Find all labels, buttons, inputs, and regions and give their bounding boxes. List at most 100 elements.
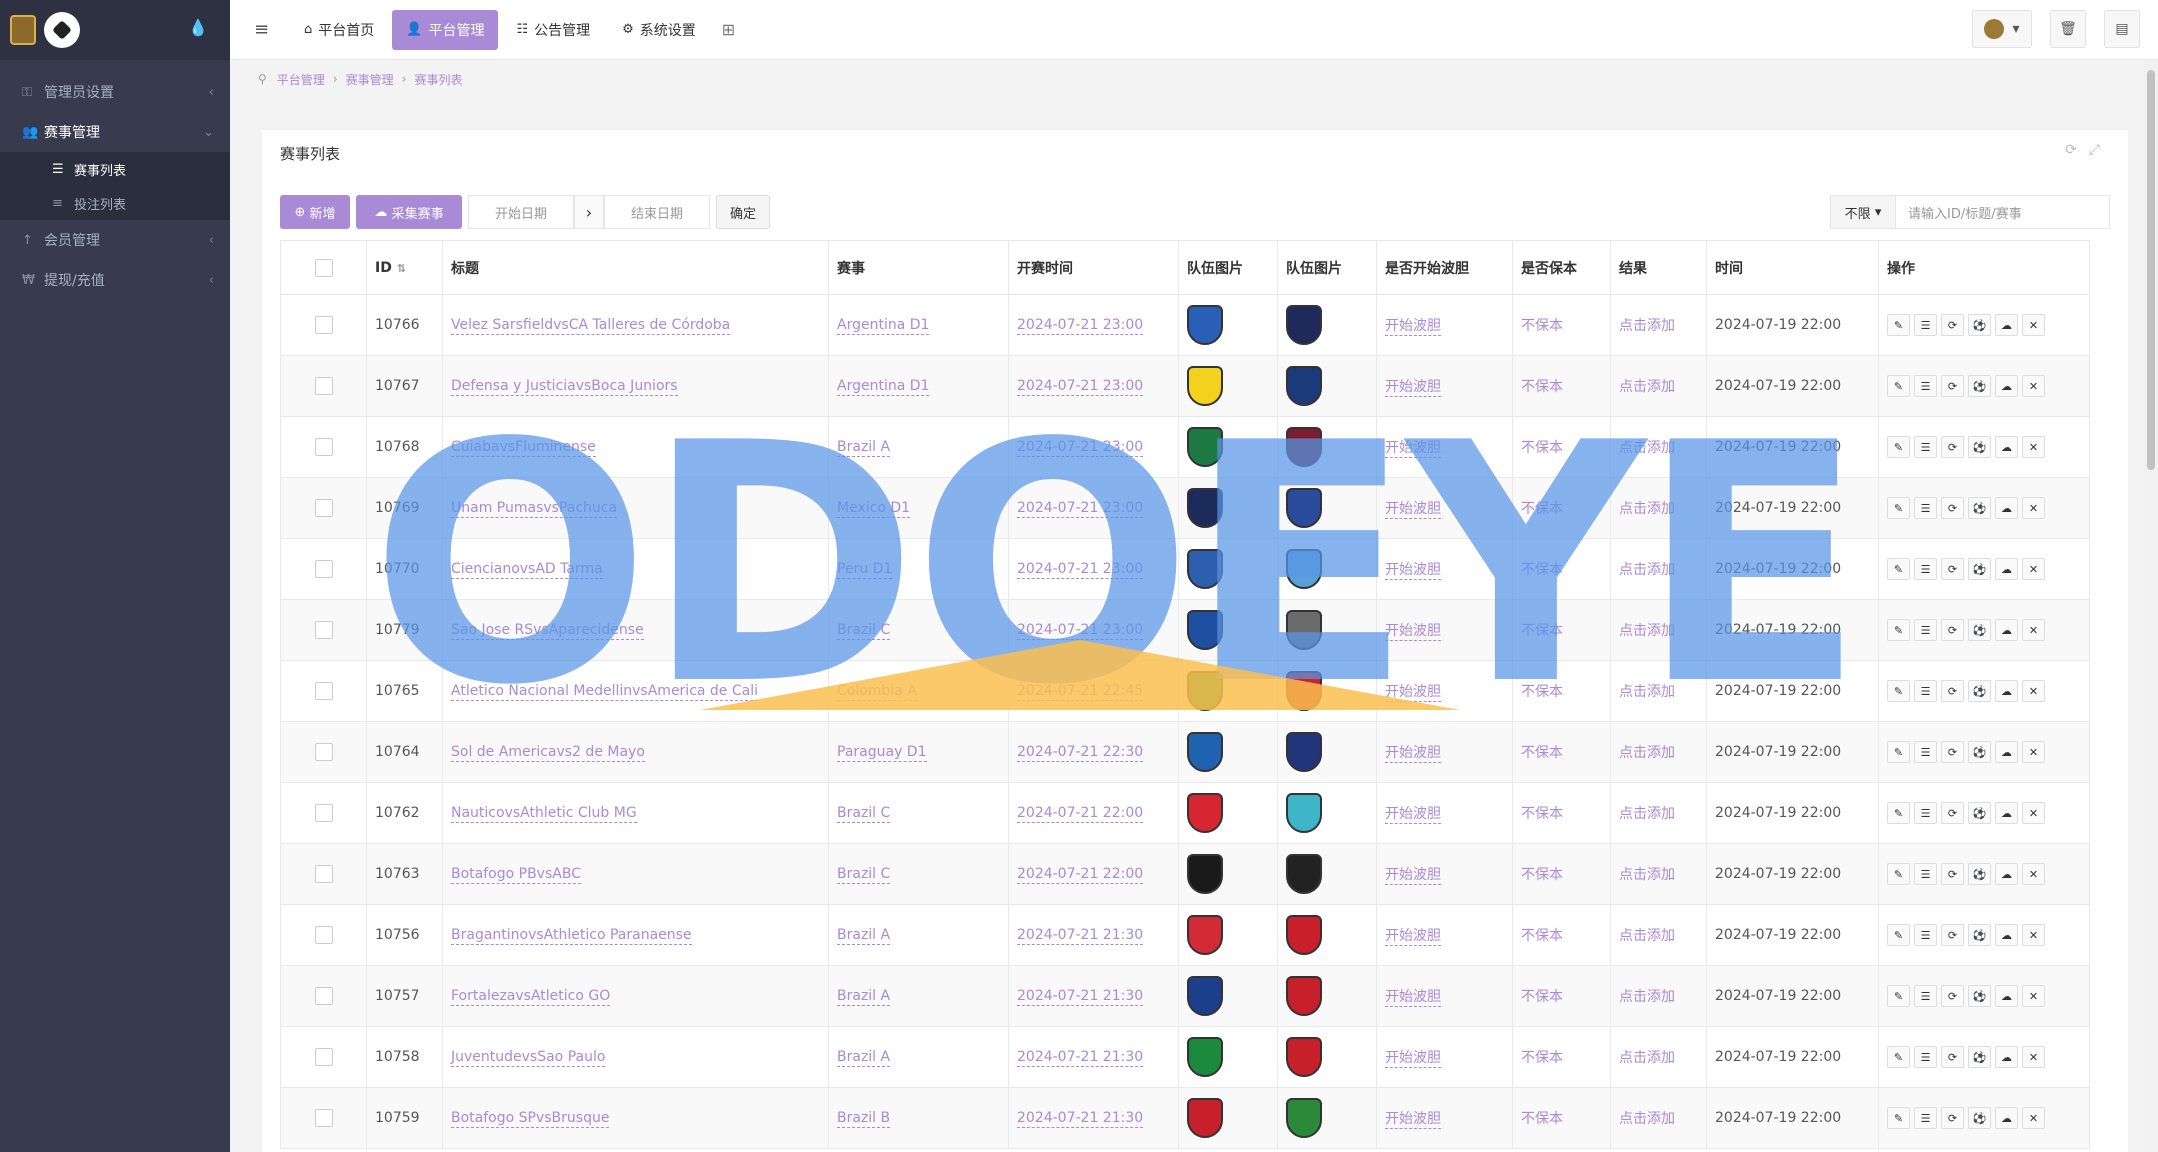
row-checkbox[interactable] — [314, 621, 333, 639]
soccer-icon[interactable]: ⚽ — [1968, 497, 1991, 519]
match-title-link[interactable]: NauticovsAthletic Club MG — [451, 805, 637, 823]
refresh-icon[interactable]: ⟳ — [1941, 1046, 1964, 1068]
delete-icon[interactable]: ✕ — [2022, 680, 2045, 702]
league-link[interactable]: Brazil C — [837, 805, 891, 823]
confirm-button[interactable]: 确定 — [716, 195, 770, 229]
start-time-link[interactable]: 2024-07-21 21:30 — [1017, 1049, 1144, 1067]
cloud-icon[interactable]: ☁ — [1995, 924, 2018, 946]
start-bodan-link[interactable]: 开始波胆 — [1385, 745, 1441, 763]
edit-icon[interactable]: ✎ — [1887, 436, 1910, 458]
league-link[interactable]: Brazil C — [837, 622, 891, 640]
baoben-status[interactable]: 不保本 — [1521, 806, 1563, 822]
row-checkbox[interactable] — [314, 316, 333, 334]
baoben-status[interactable]: 不保本 — [1521, 562, 1563, 578]
list-icon[interactable]: ☰ — [1914, 680, 1937, 702]
league-link[interactable]: Brazil A — [837, 1049, 891, 1067]
add-result-link[interactable]: 点击添加 — [1619, 623, 1675, 639]
row-checkbox[interactable] — [314, 743, 333, 761]
start-time-link[interactable]: 2024-07-21 22:00 — [1017, 805, 1144, 823]
edit-icon[interactable]: ✎ — [1887, 558, 1910, 580]
delete-icon[interactable]: ✕ — [2022, 619, 2045, 641]
tab-platform-home[interactable]: ⌂ 平台首页 — [290, 10, 388, 50]
delete-icon[interactable]: ✕ — [2022, 741, 2045, 763]
add-result-link[interactable]: 点击添加 — [1619, 928, 1675, 944]
row-checkbox[interactable] — [314, 926, 333, 944]
list-icon[interactable]: ☰ — [1914, 436, 1937, 458]
start-bodan-link[interactable]: 开始波胆 — [1385, 379, 1441, 397]
baoben-status[interactable]: 不保本 — [1521, 745, 1563, 761]
refresh-icon[interactable]: ⟳ — [1941, 924, 1964, 946]
row-checkbox[interactable] — [314, 1109, 333, 1127]
match-title-link[interactable]: CuiabavsFluminense — [451, 439, 596, 457]
col-id[interactable]: ID ⇅ — [366, 240, 443, 295]
edit-icon[interactable]: ✎ — [1887, 1046, 1910, 1068]
edit-icon[interactable]: ✎ — [1887, 802, 1910, 824]
end-date-input[interactable]: 结束日期 — [604, 195, 710, 229]
cloud-icon[interactable]: ☁ — [1995, 497, 2018, 519]
edit-icon[interactable]: ✎ — [1887, 680, 1910, 702]
soccer-icon[interactable]: ⚽ — [1968, 680, 1991, 702]
edit-icon[interactable]: ✎ — [1887, 375, 1910, 397]
cloud-icon[interactable]: ☁ — [1995, 1107, 2018, 1129]
delete-icon[interactable]: ✕ — [2022, 1107, 2045, 1129]
add-result-link[interactable]: 点击添加 — [1619, 440, 1675, 456]
match-title-link[interactable]: JuventudevsSao Paulo — [451, 1049, 606, 1067]
start-time-link[interactable]: 2024-07-21 23:00 — [1017, 500, 1144, 518]
league-link[interactable]: Argentina D1 — [837, 378, 930, 396]
refresh-icon[interactable]: ⟳ — [1941, 802, 1964, 824]
list-icon[interactable]: ☰ — [1914, 497, 1937, 519]
avatar-dropdown[interactable]: ▾ — [1972, 10, 2032, 48]
add-result-link[interactable]: 点击添加 — [1619, 989, 1675, 1005]
refresh-icon[interactable]: ⟳ — [1941, 680, 1964, 702]
start-bodan-link[interactable]: 开始波胆 — [1385, 867, 1441, 885]
match-title-link[interactable]: Unam PumasvsPachuca — [451, 500, 618, 518]
tab-system-settings[interactable]: ⚙ 系统设置 — [608, 10, 710, 50]
start-bodan-link[interactable]: 开始波胆 — [1385, 928, 1441, 946]
delete-icon[interactable]: ✕ — [2022, 314, 2045, 336]
start-time-link[interactable]: 2024-07-21 22:30 — [1017, 744, 1144, 762]
list-icon[interactable]: ☰ — [1914, 314, 1937, 336]
select-all-checkbox[interactable] — [314, 258, 333, 277]
start-bodan-link[interactable]: 开始波胆 — [1385, 1050, 1441, 1068]
list-icon[interactable]: ☰ — [1914, 558, 1937, 580]
soccer-icon[interactable]: ⚽ — [1968, 619, 1991, 641]
grid-icon[interactable]: ⊞ — [722, 20, 735, 39]
soccer-icon[interactable]: ⚽ — [1968, 802, 1991, 824]
match-title-link[interactable]: Sao Jose RSvsAparecidense — [451, 622, 644, 640]
cloud-icon[interactable]: ☁ — [1995, 1046, 2018, 1068]
match-title-link[interactable]: Defensa y JusticiavsBoca Juniors — [451, 378, 678, 396]
cloud-icon[interactable]: ☁ — [1995, 802, 2018, 824]
edit-icon[interactable]: ✎ — [1887, 985, 1910, 1007]
list-icon[interactable]: ☰ — [1914, 619, 1937, 641]
baoben-status[interactable]: 不保本 — [1521, 684, 1563, 700]
match-title-link[interactable]: Sol de Americavs2 de Mayo — [451, 744, 645, 762]
list-icon[interactable]: ☰ — [1914, 1046, 1937, 1068]
edit-icon[interactable]: ✎ — [1887, 619, 1910, 641]
list-icon[interactable]: ☰ — [1914, 924, 1937, 946]
delete-icon[interactable]: ✕ — [2022, 436, 2045, 458]
soccer-icon[interactable]: ⚽ — [1968, 924, 1991, 946]
league-link[interactable]: Mexico D1 — [837, 500, 911, 518]
refresh-icon[interactable]: ⟳ — [1941, 985, 1964, 1007]
soccer-icon[interactable]: ⚽ — [1968, 741, 1991, 763]
league-link[interactable]: Brazil A — [837, 988, 891, 1006]
sidebar-item-match-list[interactable]: ☰ 赛事列表 — [0, 152, 230, 186]
refresh-icon[interactable]: ⟳ — [1941, 741, 1964, 763]
refresh-icon[interactable]: ⟳ — [1941, 375, 1964, 397]
league-link[interactable]: Peru D1 — [837, 561, 893, 579]
delete-icon[interactable]: ✕ — [2022, 924, 2045, 946]
row-checkbox[interactable] — [314, 865, 333, 883]
league-link[interactable]: Brazil B — [837, 1110, 891, 1128]
add-result-link[interactable]: 点击添加 — [1619, 684, 1675, 700]
match-title-link[interactable]: Botafogo SPvsBrusque — [451, 1110, 610, 1128]
delete-icon[interactable]: ✕ — [2022, 558, 2045, 580]
soccer-icon[interactable]: ⚽ — [1968, 1046, 1991, 1068]
match-title-link[interactable]: Velez SarsfieldvsCA Talleres de Córdoba — [451, 317, 731, 335]
edit-icon[interactable]: ✎ — [1887, 497, 1910, 519]
delete-icon[interactable]: ✕ — [2022, 863, 2045, 885]
start-bodan-link[interactable]: 开始波胆 — [1385, 562, 1441, 580]
start-bodan-link[interactable]: 开始波胆 — [1385, 684, 1441, 702]
match-title-link[interactable]: CiencianovsAD Tarma — [451, 561, 603, 579]
refresh-icon[interactable]: ⟳ — [1941, 436, 1964, 458]
row-checkbox[interactable] — [314, 560, 333, 578]
